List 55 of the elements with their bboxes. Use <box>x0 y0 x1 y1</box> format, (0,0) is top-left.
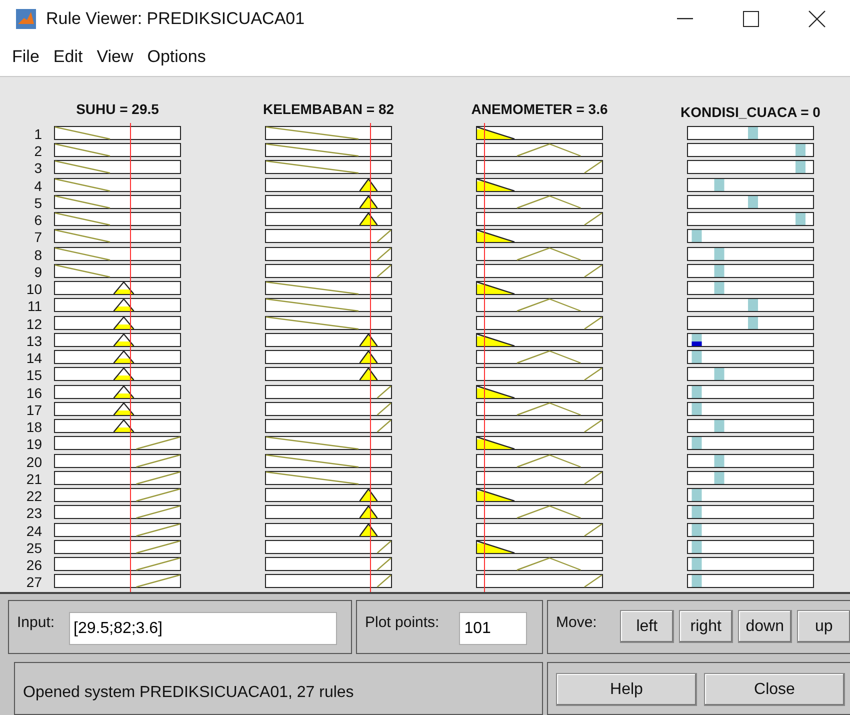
rule-number: 21 <box>25 470 42 488</box>
rule-number: 6 <box>33 212 42 230</box>
window-title: Rule Viewer: PREDIKSICUACA01 <box>46 9 306 29</box>
menu-item[interactable]: File <box>12 46 40 67</box>
move-button[interactable]: down <box>738 610 792 643</box>
rule-number: 2 <box>33 143 42 160</box>
input-field[interactable]: [29.5;82;3.6] <box>68 612 337 645</box>
rule-number: 20 <box>25 454 42 471</box>
input-value-line[interactable] <box>484 122 485 592</box>
dialog-button[interactable]: Close <box>704 673 845 706</box>
variable-label: ANEMOMETER = 3.6 <box>471 100 608 119</box>
rule-number: 1 <box>33 126 42 144</box>
rule-number: 16 <box>25 384 42 402</box>
rule-number: 26 <box>25 557 42 574</box>
status-message: Opened system PREDIKSICUACA01, 27 rules <box>23 684 354 702</box>
rule-number: 14 <box>25 350 42 368</box>
input-value-line[interactable] <box>370 122 372 592</box>
minimize-icon <box>677 18 693 20</box>
move-button[interactable]: right <box>678 610 733 643</box>
rule-number: 24 <box>25 522 42 540</box>
rule-number: 17 <box>25 402 42 420</box>
rule-number: 13 <box>25 332 42 350</box>
rule-number: 25 <box>25 540 42 558</box>
rule-number: 19 <box>25 436 42 454</box>
rule-number: 10 <box>25 281 42 298</box>
plot-points-field[interactable]: 101 <box>459 612 528 645</box>
rule-number: 15 <box>25 367 42 385</box>
rule-number: 27 <box>25 574 42 592</box>
app-icon <box>16 9 36 29</box>
rule-number: 18 <box>25 419 42 436</box>
input-value-line[interactable] <box>130 122 132 592</box>
move-label: Move: <box>556 614 597 631</box>
menu-item[interactable]: View <box>96 46 134 67</box>
move-button[interactable]: left <box>620 610 674 643</box>
move-button[interactable]: up <box>796 610 850 643</box>
rule-number: 23 <box>25 505 42 523</box>
rule-number: 12 <box>25 316 42 333</box>
variable-label: SUHU = 29.5 <box>76 100 159 119</box>
rule-number: 3 <box>33 160 42 178</box>
input-label: Input: <box>17 614 55 631</box>
rule-number: 8 <box>33 246 42 264</box>
rule-number: 5 <box>33 194 42 212</box>
plot-points-label: Plot points: <box>365 614 440 631</box>
rule-number: 4 <box>33 178 42 195</box>
close-icon <box>808 10 826 28</box>
rule-number: 7 <box>33 229 42 247</box>
menu-item[interactable]: Options <box>147 46 206 67</box>
rule-number: 11 <box>26 298 42 316</box>
menu-item[interactable]: Edit <box>53 46 83 67</box>
variable-label: KONDISI_CUACA = 0 <box>680 104 820 122</box>
maximize-icon <box>743 11 759 27</box>
dialog-button[interactable]: Help <box>556 673 697 706</box>
rule-number: 9 <box>33 264 42 282</box>
variable-label: KELEMBABAN = 82 <box>262 100 394 119</box>
rule-number: 22 <box>25 488 42 506</box>
